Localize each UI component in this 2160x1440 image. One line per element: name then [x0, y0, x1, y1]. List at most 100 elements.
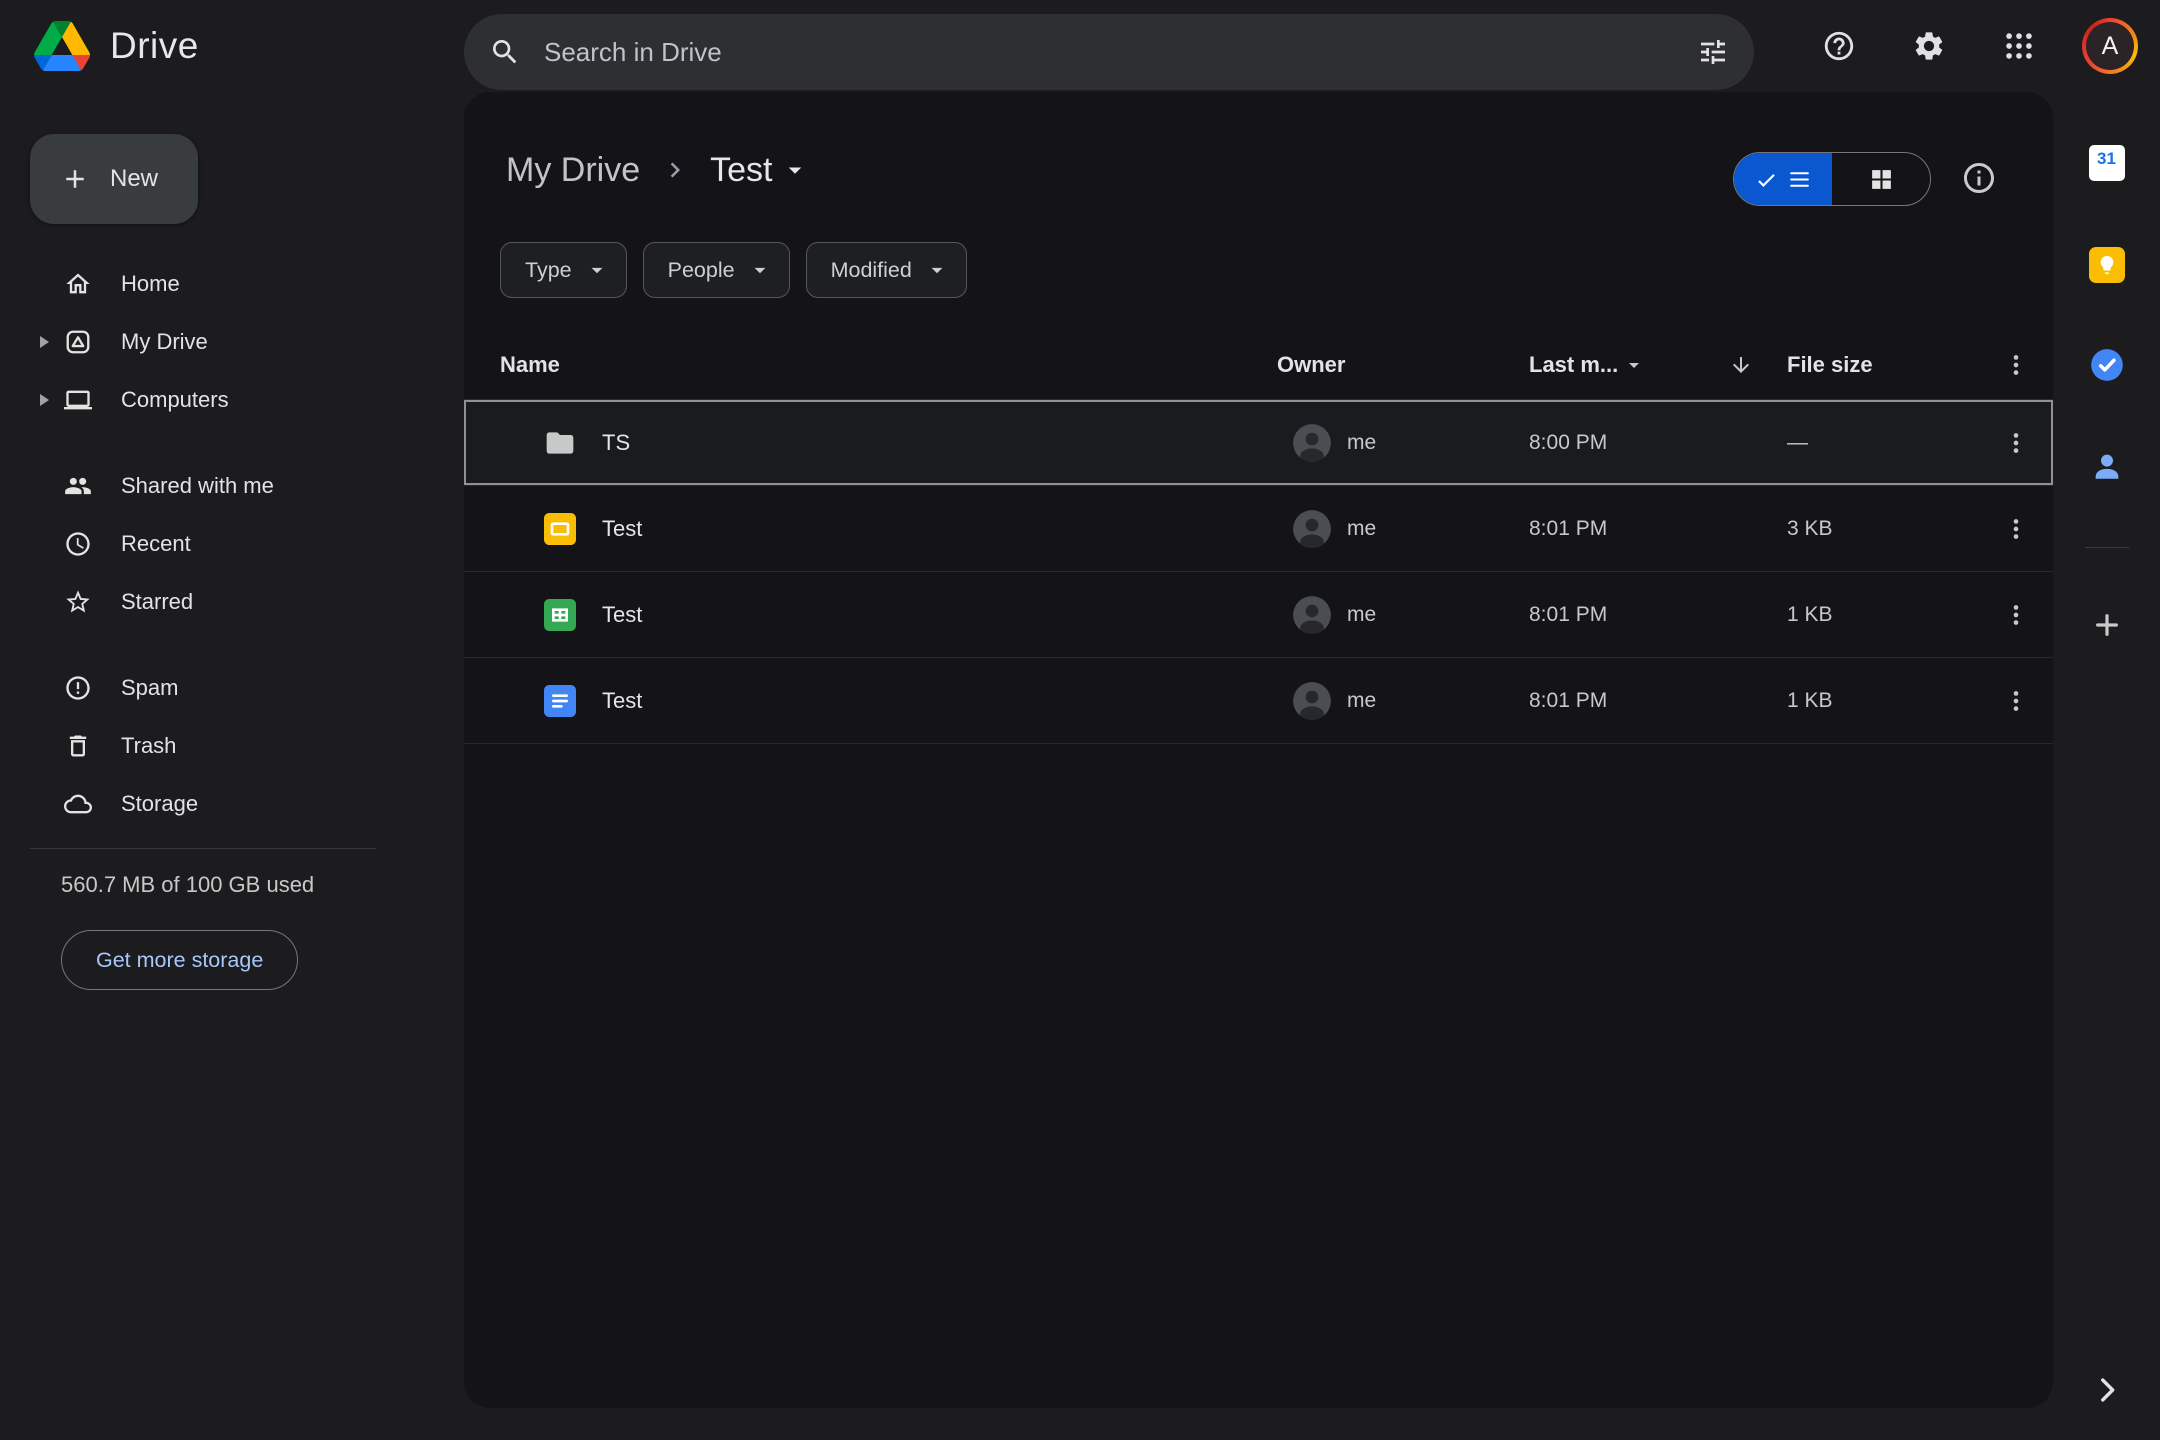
row-actions-kebab-icon[interactable]: [1989, 416, 2043, 470]
row-actions-kebab-icon[interactable]: [1989, 502, 2043, 556]
file-row[interactable]: Test me 8:01 PM 3 KB: [464, 486, 2053, 572]
owner-name: me: [1347, 603, 1376, 627]
owner-name: me: [1347, 431, 1376, 455]
column-header-name[interactable]: Name: [500, 352, 1277, 378]
dropdown-caret-icon: [584, 257, 610, 283]
search-options-tune-icon[interactable]: [1684, 23, 1742, 81]
filter-chip-type[interactable]: Type: [500, 242, 627, 298]
file-name-cell: Test: [500, 685, 1277, 717]
folder-icon: [544, 427, 576, 459]
file-size: —: [1787, 431, 1989, 455]
sidebar-item-label: Trash: [121, 733, 176, 759]
sidebar-item-label: My Drive: [121, 329, 208, 355]
row-actions-kebab-icon[interactable]: [1989, 674, 2043, 728]
search-bar[interactable]: [464, 14, 1754, 90]
modified-time: 8:01 PM: [1529, 517, 1729, 541]
tasks-icon[interactable]: [2079, 337, 2135, 393]
dropdown-caret-icon: [747, 257, 773, 283]
file-row[interactable]: Testme8:01 PM1 KB: [464, 658, 2053, 744]
file-name: Test: [602, 516, 642, 542]
keep-icon[interactable]: [2079, 237, 2135, 293]
grid-view-button[interactable]: [1832, 153, 1930, 205]
sidebar-divider: [30, 848, 376, 849]
owner-avatar: [1293, 424, 1331, 462]
sidebar-nav: Home My Drive Computers Shared with me Recen…: [0, 255, 464, 833]
modified-time: 8:00 PM: [1529, 431, 1729, 455]
sidebar-item-label: Starred: [121, 589, 193, 615]
owner-cell: me: [1277, 596, 1529, 634]
computers-icon: [64, 386, 92, 414]
filter-chip-label: Type: [525, 258, 572, 283]
breadcrumb-my-drive[interactable]: My Drive: [500, 151, 646, 190]
new-button[interactable]: New: [30, 134, 198, 224]
spam-icon: [64, 674, 92, 702]
dropdown-caret-icon: [780, 155, 810, 185]
docs-icon: [544, 685, 576, 717]
search-icon[interactable]: [476, 23, 534, 81]
column-header-owner[interactable]: Owner: [1277, 352, 1529, 378]
file-size: 3 KB: [1787, 517, 1989, 541]
help-icon[interactable]: [1812, 19, 1866, 73]
row-actions-kebab-icon[interactable]: [1989, 588, 2043, 642]
sidebar-item-spam[interactable]: Spam: [0, 659, 464, 717]
filter-chip-label: People: [668, 258, 735, 283]
sidebar-item-shared-with-me[interactable]: Shared with me: [0, 457, 464, 515]
storage-icon: [64, 790, 92, 818]
trash-icon: [64, 732, 92, 760]
owner-name: me: [1347, 689, 1376, 713]
dropdown-caret-icon: [1622, 353, 1646, 377]
sort-direction-arrow-icon[interactable]: [1729, 353, 1787, 377]
sidebar-item-label: Shared with me: [121, 473, 274, 499]
sidebar-item-trash[interactable]: Trash: [0, 717, 464, 775]
my-drive-icon: [64, 328, 92, 356]
drive-logo[interactable]: Drive: [34, 0, 199, 92]
expand-arrow-icon[interactable]: [40, 394, 49, 406]
filter-chips: Type People Modified: [500, 242, 967, 298]
add-side-panel-app-plus-icon[interactable]: [2079, 597, 2135, 653]
column-header-modified[interactable]: Last m...: [1529, 352, 1729, 378]
sidebar-item-computers[interactable]: Computers: [0, 371, 464, 429]
drive-triangle-icon: [34, 21, 90, 71]
sidebar-item-recent[interactable]: Recent: [0, 515, 464, 573]
file-table: Name Owner Last m... File size TS me 8:00 …: [464, 330, 2053, 744]
contacts-icon[interactable]: [2079, 438, 2135, 494]
sidebar-item-my-drive[interactable]: My Drive: [0, 313, 464, 371]
owner-avatar: [1293, 682, 1331, 720]
calendar-day: 31: [2089, 145, 2125, 172]
account-avatar[interactable]: A: [2082, 18, 2138, 74]
app-name: Drive: [110, 25, 199, 67]
filter-chip-people[interactable]: People: [643, 242, 790, 298]
file-row[interactable]: Testme8:01 PM1 KB: [464, 572, 2053, 658]
sidebar-item-label: Recent: [121, 531, 191, 557]
file-name-cell: Test: [500, 513, 1277, 545]
file-row[interactable]: TS me 8:00 PM —: [464, 400, 2053, 486]
expand-arrow-icon[interactable]: [40, 336, 49, 348]
shared-icon: [64, 472, 92, 500]
filter-chip-modified[interactable]: Modified: [806, 242, 967, 298]
sidebar-item-starred[interactable]: Starred: [0, 573, 464, 631]
owner-cell: me: [1277, 682, 1529, 720]
slides-icon: [544, 513, 576, 545]
breadcrumb-current-folder[interactable]: Test: [704, 151, 816, 190]
sidebar-item-label: Computers: [121, 387, 229, 413]
file-size: 1 KB: [1787, 603, 1989, 627]
sidebar-item-storage[interactable]: Storage: [0, 775, 464, 833]
new-button-label: New: [110, 165, 158, 193]
details-info-icon[interactable]: [1951, 150, 2007, 206]
get-more-storage-button[interactable]: Get more storage: [61, 930, 298, 990]
sidebar-item-home[interactable]: Home: [0, 255, 464, 313]
google-apps-grid-icon[interactable]: [1992, 19, 2046, 73]
settings-gear-icon[interactable]: [1902, 19, 1956, 73]
owner-name: me: [1347, 517, 1376, 541]
grid-view-icon: [1869, 167, 1894, 192]
topbar-actions: A: [1812, 0, 2138, 92]
column-options-kebab-icon[interactable]: [1989, 338, 2043, 392]
list-view-button[interactable]: [1734, 153, 1832, 205]
show-side-panel-chevron-icon[interactable]: [2079, 1362, 2135, 1418]
check-icon: [1754, 167, 1779, 192]
calendar-icon[interactable]: 31: [2079, 135, 2135, 191]
breadcrumb: My Drive Test: [500, 138, 816, 202]
column-header-size[interactable]: File size: [1787, 352, 1989, 378]
search-input[interactable]: [534, 37, 1684, 68]
file-name-cell: TS: [500, 427, 1277, 459]
